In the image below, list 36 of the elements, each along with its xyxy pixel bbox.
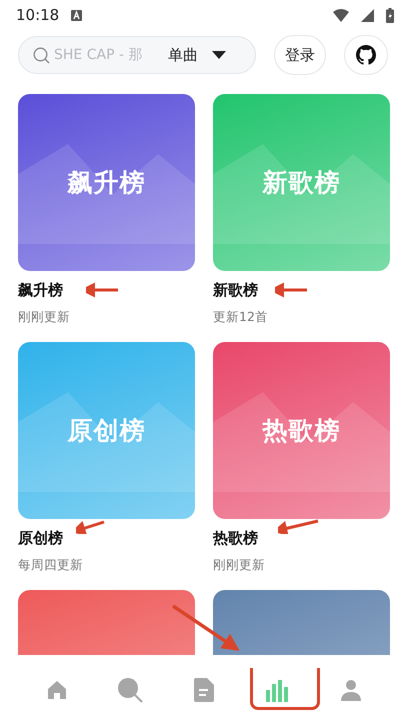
user-icon [339, 678, 364, 702]
login-button[interactable]: 登录 [274, 35, 326, 75]
chart-title: 飙升榜 [18, 281, 63, 300]
chart-subtitle: 刚刚更新 [213, 557, 265, 574]
search-field[interactable]: SHE CAP - 那 单曲 [18, 36, 256, 74]
github-button[interactable] [344, 35, 388, 75]
chart-subtitle: 每周四更新 [18, 557, 83, 574]
status-time: 10:18 [16, 6, 60, 24]
cover-title: 飙升榜 [68, 167, 146, 199]
chart-cover[interactable]: 原创榜 [18, 342, 195, 519]
chart-title: 热歌榜 [213, 529, 258, 548]
document-icon [192, 677, 215, 703]
chart-subtitle: 刚刚更新 [18, 309, 70, 326]
chart-cover[interactable]: 热歌榜 [213, 342, 390, 519]
cat-logo-icon [356, 45, 376, 65]
chart-title: 原创榜 [18, 529, 63, 548]
search-icon [116, 676, 144, 704]
type-select[interactable]: 单曲 [164, 44, 230, 66]
battery-icon [386, 8, 394, 22]
annotation-arrow [86, 282, 120, 298]
cover-title: 热歌榜 [262, 415, 340, 447]
chart-subtitle: 更新12首 [213, 309, 268, 326]
cover-title: 原创榜 [68, 415, 146, 447]
chart-title: 新歌榜 [213, 281, 258, 300]
annotation-arrow [275, 282, 309, 298]
chart-cover[interactable]: 新歌榜 [213, 94, 390, 271]
bar-chart-icon [264, 678, 291, 702]
caret-icon [212, 51, 226, 59]
keyboard-icon [71, 10, 82, 20]
wifi-icon [333, 8, 349, 22]
signal-icon [361, 8, 374, 22]
search-icon [33, 46, 50, 64]
highlight-frame [250, 668, 320, 710]
annotation-arrow [76, 518, 106, 534]
cover-title: 新歌榜 [262, 167, 340, 199]
chart-cover[interactable]: 飙升榜 [18, 94, 195, 271]
